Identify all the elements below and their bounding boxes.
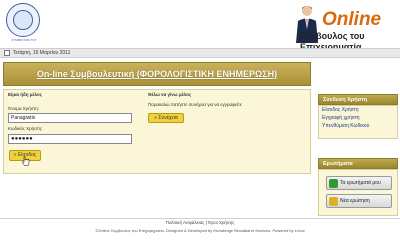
password-label: Κωδικός Χρήστη: xyxy=(8,126,43,131)
username-label: Όνομα Χρήστη: xyxy=(8,106,40,111)
calendar-icon xyxy=(4,50,10,56)
sidebar-link-password-reminder[interactable]: Υπενθύμιση Κωδικού xyxy=(322,123,369,130)
member-heading: Είμαι ήδη μέλος xyxy=(8,92,43,97)
my-questions-button[interactable]: Τα ερωτήματά μου xyxy=(326,176,392,190)
new-question-button[interactable]: Νέα ερώτηση xyxy=(326,194,392,208)
join-heading: Θέλω να γίνω μέλος xyxy=(148,92,192,97)
questions-icon xyxy=(329,179,338,188)
username-input[interactable]: Panagiwtis xyxy=(8,113,132,123)
footer-divider xyxy=(0,218,400,219)
continue-button[interactable]: » Συνέχεια xyxy=(148,113,184,123)
current-date: Τετάρτη, 16 Μαρτίου 2011 xyxy=(13,50,71,56)
sidebar-link-register[interactable]: Εγγραφή χρήστη xyxy=(322,115,360,122)
sidebar-link-login[interactable]: Είσοδος Χρήστη xyxy=(322,107,358,114)
my-questions-label: Τα ερωτήματά μου xyxy=(340,180,381,186)
logo-caption: ΣΥΜΒΟΥΛΟΣ ΤΟΥ ΕΠΙΧΕΙΡΗΜΑΤΙΑ xyxy=(11,38,37,42)
footer-links[interactable]: Πολιτική Ασφάλειας | Όροι Χρήσης xyxy=(0,220,400,226)
password-input[interactable]: ●●●●●● xyxy=(8,134,132,144)
site-logo[interactable] xyxy=(6,3,40,37)
new-question-icon xyxy=(329,197,338,206)
page-title[interactable]: On-line Συμβουλευτική (ΦΟΡΟΛΟΓΙΣΤΙΚΗ ΕΝΗ… xyxy=(3,62,311,86)
footer-copyright: ©Online Σύμβουλος του Επιχειρηματία, Des… xyxy=(95,228,305,233)
join-text: Παρακαλώ πατήστε συνέχεια για να εγγραφε… xyxy=(148,102,242,107)
questions-header: Ερωτήματα xyxy=(318,158,398,169)
hand-cursor-icon xyxy=(22,156,30,166)
new-question-label: Νέα ερώτηση xyxy=(340,198,370,204)
user-login-header: Σύνδεση Χρήστη xyxy=(318,94,398,105)
brand-name: Online xyxy=(322,9,382,30)
